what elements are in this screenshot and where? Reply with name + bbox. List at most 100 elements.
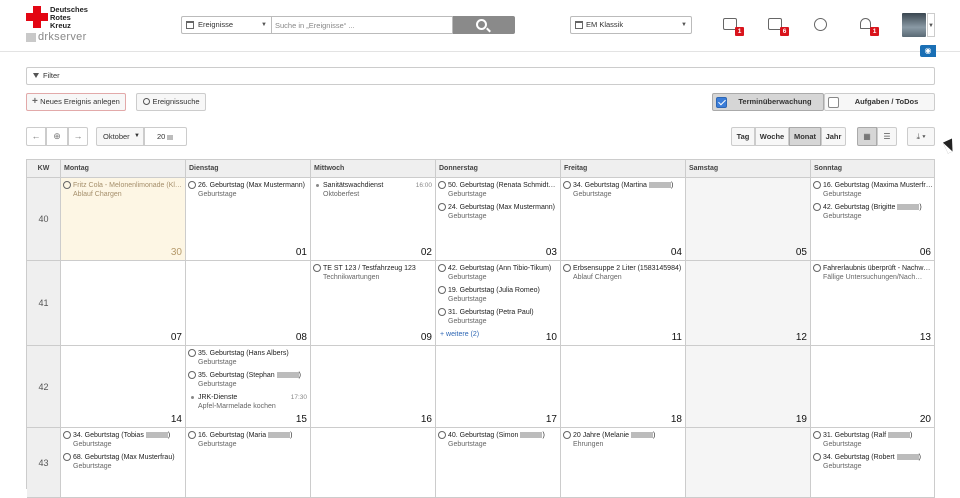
- event-title: 19. Geburtstag (Julia Romeo): [448, 287, 540, 294]
- calendar-event[interactable]: 42. Geburtstag (Brigitte) Geburtstage: [813, 203, 932, 221]
- termin-toggle[interactable]: Terminüberwachung: [712, 93, 824, 111]
- calendar-event[interactable]: 68. Geburtstag (Max Musterfrau) Geburtsta…: [63, 453, 183, 471]
- week-number: 43: [27, 428, 61, 498]
- avatar[interactable]: [902, 13, 926, 37]
- view-year-button[interactable]: Jahr: [821, 127, 846, 146]
- calendar-event[interactable]: 42. Geburtstag (Ann Tibio-Tikum) Geburtst…: [438, 264, 558, 282]
- today-button[interactable]: ⊕: [46, 127, 68, 146]
- day-cell[interactable]: 40. Geburtstag (Simon) Geburtstage: [436, 428, 561, 498]
- calendar-event[interactable]: 34. Geburtstag (Tobias) Geburtstage: [63, 431, 183, 449]
- day-cell[interactable]: Fahrerlaubnis überprüft - Nachw… Fällige …: [811, 261, 935, 346]
- user-menu-toggle[interactable]: ▼: [927, 13, 935, 37]
- view-profile-select[interactable]: EM Klassik ▼: [570, 16, 692, 34]
- day-cell[interactable]: Sanitätswachdienst 16:00 Oktoberfest 02: [311, 178, 436, 261]
- day-cell[interactable]: 20 Jahre (Melanie) Ehrungen: [561, 428, 686, 498]
- day-cell[interactable]: 14: [61, 346, 186, 428]
- top-bar: Deutsches Rotes Kreuz drkserver Ereignisse…: [0, 0, 960, 52]
- year-input[interactable]: 20: [144, 127, 187, 146]
- calendar-event[interactable]: Erbsensuppe 2 Liter (1583145984) Ablauf C…: [563, 264, 683, 282]
- view-week-button[interactable]: Woche: [755, 127, 789, 146]
- calendar-event[interactable]: 16. Geburtstag (Maxima Musterfr… Geburtst…: [813, 181, 932, 199]
- day-cell[interactable]: 05: [686, 178, 811, 261]
- calendar-event[interactable]: 34. Geburtstag (Robert) Geburtstage: [813, 453, 932, 471]
- day-cell[interactable]: Fritz Cola - Melonenlimonade (Kl… Ablauf …: [61, 178, 186, 261]
- view-day-button[interactable]: Tag: [731, 127, 755, 146]
- day-number: 17: [545, 414, 557, 425]
- more-events-link[interactable]: + weitere (2): [440, 331, 479, 338]
- view-month-button[interactable]: Monat: [789, 127, 821, 146]
- calendar-view-button[interactable]: ▦: [857, 127, 877, 146]
- calendar-event[interactable]: 24. Geburtstag (Max Mustermann) Geburtsta…: [438, 203, 558, 221]
- calendar-event[interactable]: 40. Geburtstag (Simon) Geburtstage: [438, 431, 558, 449]
- day-cell[interactable]: [311, 428, 436, 498]
- calendar-event[interactable]: Fahrerlaubnis überprüft - Nachw… Fällige …: [813, 264, 932, 282]
- calendar-event[interactable]: 35. Geburtstag (Hans Albers) Geburtstage: [188, 349, 308, 367]
- month-select[interactable]: Oktober ▼: [96, 127, 144, 146]
- calendar-event[interactable]: 50. Geburtstag (Renata Schmidt… Geburtsta…: [438, 181, 558, 199]
- day-cell[interactable]: 07: [61, 261, 186, 346]
- search-button[interactable]: [453, 16, 515, 34]
- event-title: 35. Geburtstag (Hans Albers): [198, 350, 289, 357]
- day-cell[interactable]: 35. Geburtstag (Hans Albers) Geburtstage 3…: [186, 346, 311, 428]
- day-cell[interactable]: 18: [561, 346, 686, 428]
- closing-paren: ): [919, 204, 922, 211]
- alarm-clock-icon: [813, 431, 821, 439]
- day-cell[interactable]: 16. Geburtstag (Maria) Geburtstage: [186, 428, 311, 498]
- day-cell[interactable]: 16: [311, 346, 436, 428]
- day-cell[interactable]: 19: [686, 346, 811, 428]
- export-button[interactable]: ⤓ ▾: [907, 127, 935, 146]
- day-cell[interactable]: 34. Geburtstag (Tobias) Geburtstage 68. Ge…: [61, 428, 186, 498]
- redacted-name: [520, 432, 543, 439]
- reminders-button[interactable]: [812, 17, 830, 33]
- day-number: 15: [295, 414, 307, 425]
- day-cell[interactable]: 26. Geburtstag (Max Mustermann) Geburtsta…: [186, 178, 311, 261]
- day-cell[interactable]: 08: [186, 261, 311, 346]
- calendar-event[interactable]: 19. Geburtstag (Julia Romeo) Geburtstage: [438, 286, 558, 304]
- event-category: Oktoberfest: [323, 191, 360, 198]
- day-number: 09: [420, 332, 432, 343]
- day-cell[interactable]: 42. Geburtstag (Ann Tibio-Tikum) Geburtst…: [436, 261, 561, 346]
- day-cell[interactable]: 34. Geburtstag (Martina) Geburtstage 04: [561, 178, 686, 261]
- calendar-event[interactable]: 26. Geburtstag (Max Mustermann) Geburtsta…: [188, 181, 308, 199]
- search-scope-select[interactable]: Ereignisse ▼: [181, 16, 271, 34]
- filter-icon: [33, 73, 39, 78]
- tasks-button[interactable]: 6: [767, 17, 789, 36]
- next-month-button[interactable]: →: [68, 127, 88, 146]
- messages-button[interactable]: 1: [722, 17, 744, 36]
- day-cell[interactable]: 16. Geburtstag (Maxima Musterfr… Geburtst…: [811, 178, 935, 261]
- calendar-event[interactable]: 34. Geburtstag (Martina) Geburtstage: [563, 181, 683, 199]
- day-cell[interactable]: 12: [686, 261, 811, 346]
- calendar-event[interactable]: JRK-Dienste 17:30 Apfel-Marmelade kochen: [188, 393, 308, 411]
- day-cell[interactable]: TE ST 123 / Testfahrzeug 123 Technikwartu…: [311, 261, 436, 346]
- list-view-button[interactable]: ☰: [877, 127, 897, 146]
- day-cell[interactable]: 50. Geburtstag (Renata Schmidt… Geburtsta…: [436, 178, 561, 261]
- calendar-event[interactable]: TE ST 123 / Testfahrzeug 123 Technikwartu…: [313, 264, 433, 282]
- day-cell[interactable]: Erbsensuppe 2 Liter (1583145984) Ablauf C…: [561, 261, 686, 346]
- search-input[interactable]: [271, 16, 453, 34]
- day-number: 14: [170, 414, 182, 425]
- connection-status-icon[interactable]: ◉: [920, 45, 936, 57]
- day-cell[interactable]: 20: [811, 346, 935, 428]
- calendar-event[interactable]: 16. Geburtstag (Maria) Geburtstage: [188, 431, 308, 449]
- prev-month-button[interactable]: ←: [26, 127, 46, 146]
- day-cell[interactable]: 31. Geburtstag (Ralf) Geburtstage 34. Gebu…: [811, 428, 935, 498]
- calendar-event[interactable]: 31. Geburtstag (Petra Paul) Geburtstage: [438, 308, 558, 326]
- day-cell[interactable]: 17: [436, 346, 561, 428]
- event-category: Geburtstage: [73, 441, 112, 448]
- event-category: Geburtstage: [823, 213, 862, 220]
- event-search-button[interactable]: Ereignissuche: [136, 93, 206, 111]
- day-number: 08: [295, 332, 307, 343]
- drk-logo[interactable]: Deutsches Rotes Kreuz drkserver: [26, 6, 122, 44]
- tasks-toggle[interactable]: Aufgaben / ToDos: [824, 93, 935, 111]
- filter-bar[interactable]: Filter: [26, 67, 935, 85]
- event-category: Geburtstage: [823, 441, 862, 448]
- new-event-button[interactable]: + Neues Ereignis anlegen: [26, 93, 126, 111]
- calendar-event[interactable]: 35. Geburtstag (Stephan) Geburtstage: [188, 371, 308, 389]
- day-cell[interactable]: [686, 428, 811, 498]
- event-title: 35. Geburtstag (Stephan: [198, 372, 275, 379]
- calendar-event[interactable]: 31. Geburtstag (Ralf) Geburtstage: [813, 431, 932, 449]
- calendar-event[interactable]: Fritz Cola - Melonenlimonade (Kl… Ablauf …: [63, 181, 183, 199]
- alarms-button[interactable]: 1: [857, 17, 879, 36]
- calendar-event[interactable]: 20 Jahre (Melanie) Ehrungen: [563, 431, 683, 449]
- calendar-event[interactable]: Sanitätswachdienst 16:00 Oktoberfest: [313, 181, 433, 199]
